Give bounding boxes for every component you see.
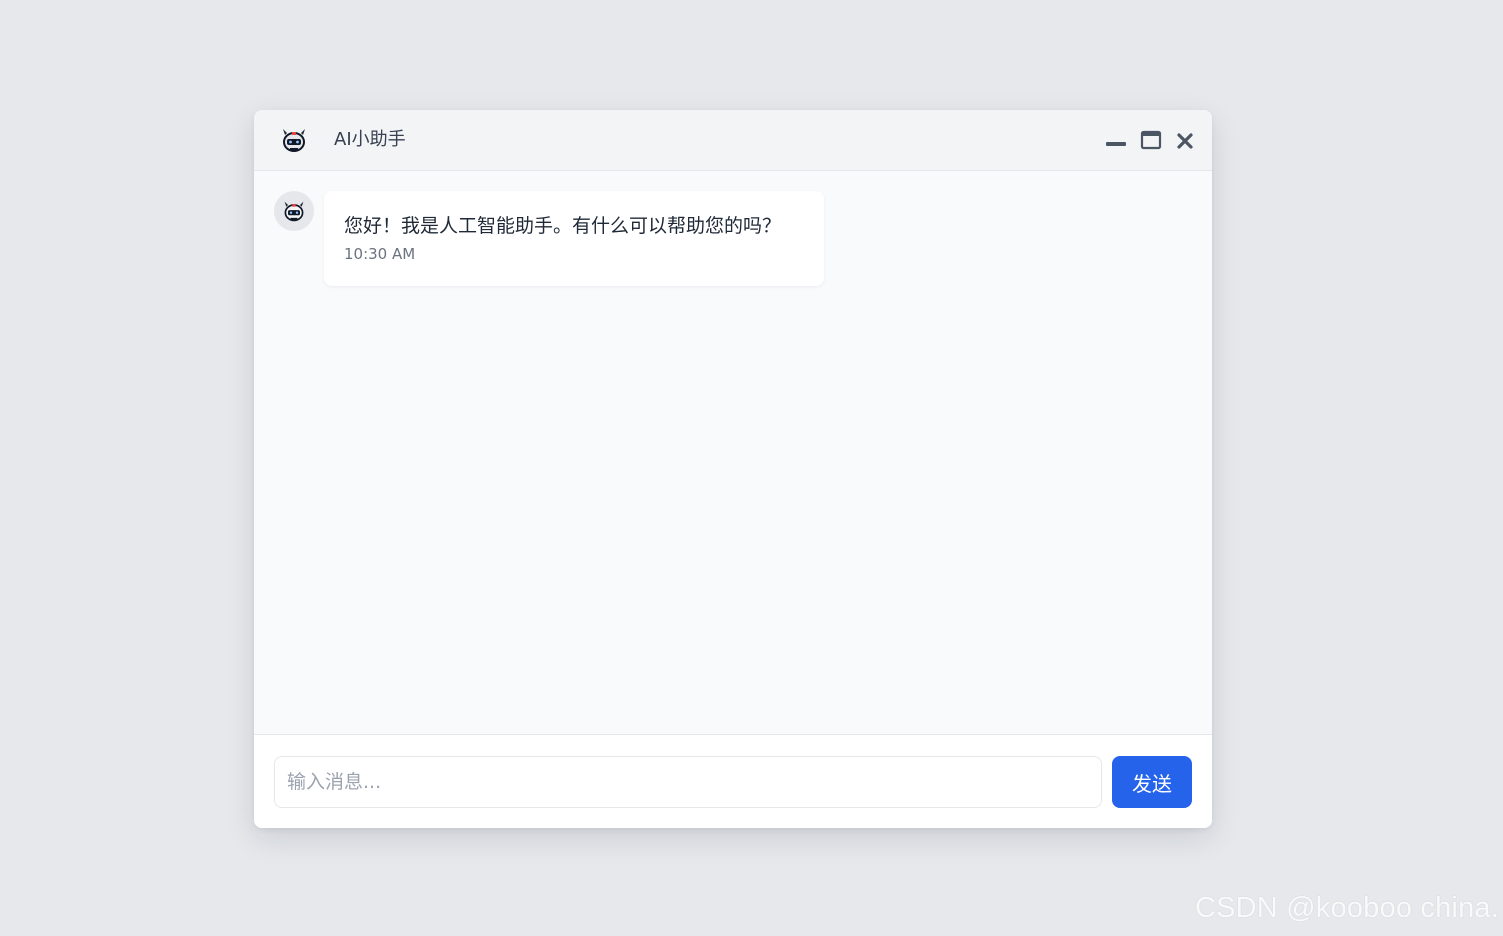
robot-icon — [283, 129, 305, 152]
title-bar: AI小助手 — [254, 110, 1212, 171]
minimize-button[interactable] — [1105, 130, 1127, 152]
minimize-icon — [1106, 142, 1126, 146]
robot-icon — [284, 201, 304, 222]
close-icon — [1177, 133, 1193, 149]
message-timestamp: 10:30 AM — [344, 245, 416, 263]
message-list: 您好！我是人工智能助手。有什么可以帮助您的吗？ 10:30 AM — [254, 171, 1212, 734]
message-input[interactable] — [274, 756, 1102, 808]
maximize-icon — [1140, 130, 1162, 150]
close-button[interactable] — [1174, 130, 1196, 152]
message-text: 您好！我是人工智能助手。有什么可以帮助您的吗？ — [344, 215, 782, 237]
send-button[interactable]: 发送 — [1112, 756, 1192, 808]
input-bar: 发送 — [254, 734, 1212, 828]
watermark: CSDN @kooboo china. — [1194, 892, 1499, 924]
chat-window: AI小助手 您好！我是人工智能助手。有什么可以帮助您的吗？ 10:30 AM 输… — [254, 110, 1212, 828]
maximize-button[interactable] — [1140, 130, 1162, 152]
window-title: AI小助手 — [334, 129, 406, 150]
avatar — [274, 191, 314, 231]
message-bubble: 您好！我是人工智能助手。有什么可以帮助您的吗？ 10:30 AM — [324, 191, 824, 286]
